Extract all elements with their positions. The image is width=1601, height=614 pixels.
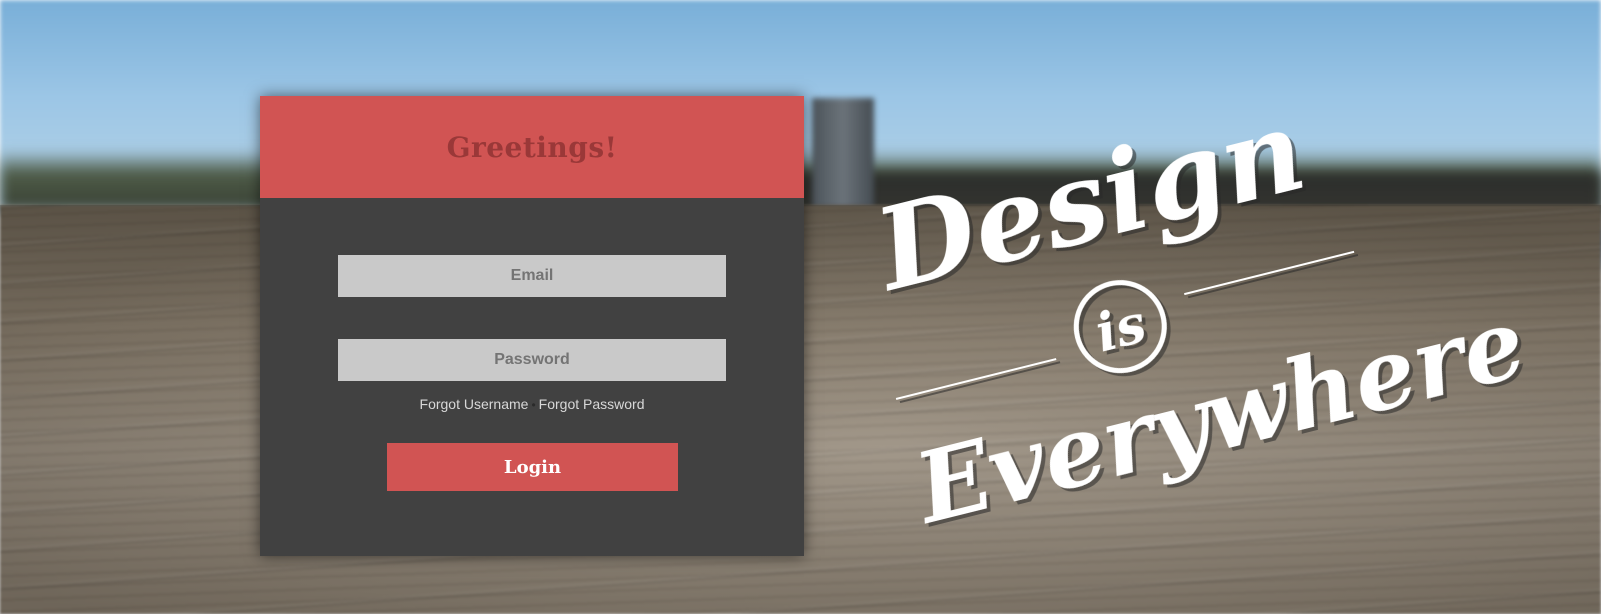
artwork-word-is: is	[1090, 293, 1152, 364]
email-field[interactable]	[338, 255, 726, 297]
link-separator: •	[531, 398, 536, 412]
login-button[interactable]: Login	[387, 443, 678, 491]
artwork-word-design: Design	[862, 84, 1317, 317]
login-card-header: Greetings!	[260, 96, 804, 198]
artwork-rule-left	[895, 358, 1057, 400]
forgot-links: Forgot Username • Forgot Password	[260, 396, 804, 412]
password-field[interactable]	[338, 339, 726, 381]
greeting-title: Greetings!	[446, 130, 618, 164]
design-is-everywhere-artwork: Design is Everywhere	[840, 70, 1536, 546]
artwork-rule-right	[1184, 250, 1355, 296]
artwork-svg: Design is Everywhere	[862, 84, 1536, 546]
login-card: Greetings! Forgot Username•Forgot Passwo…	[260, 96, 804, 556]
forgot-password-link[interactable]: Forgot Password	[539, 396, 645, 412]
forgot-username-link[interactable]: Forgot Username	[420, 396, 529, 412]
